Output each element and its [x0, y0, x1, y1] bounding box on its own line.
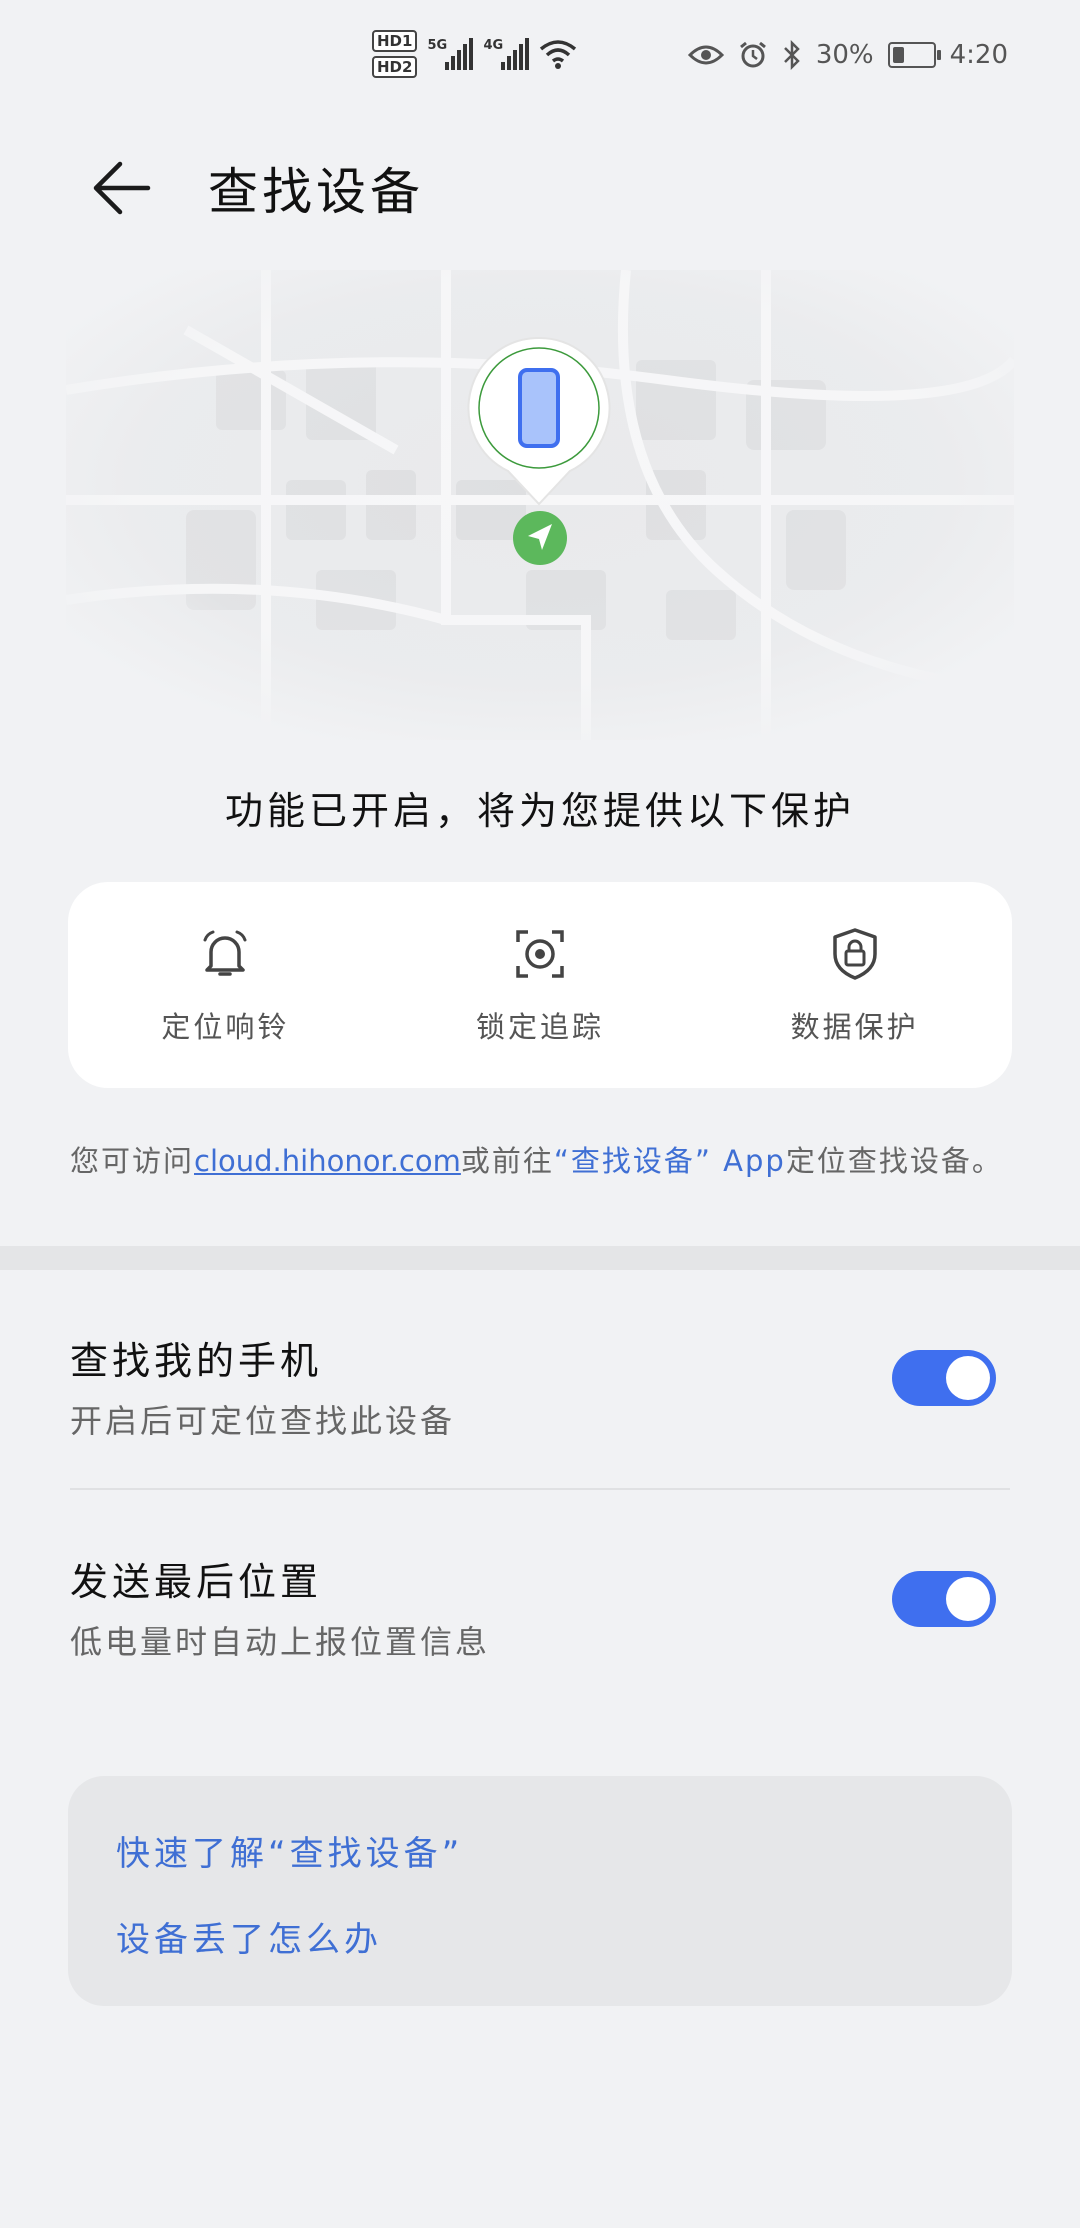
status-bar: HD1 HD2 5G 4G 30% 4:20 — [0, 0, 1080, 124]
help-card: 快速了解“查找设备” 设备丢了怎么办 — [68, 1776, 1012, 2006]
setting-send-last-location[interactable]: 发送最后位置 低电量时自动上报位置信息 — [70, 1551, 1010, 1711]
target-lock-icon — [516, 930, 564, 978]
eye-icon — [687, 45, 724, 65]
hint-suffix: 定位查找设备。 — [785, 1144, 1003, 1178]
setting-title: 查找我的手机 — [70, 1339, 323, 1383]
access-hint: 您可访问cloud.hihonor.com或前往“查找设备” App定位查找设备… — [70, 1138, 1003, 1180]
setting-subtitle: 低电量时自动上报位置信息 — [70, 1623, 491, 1661]
battery-fill — [892, 47, 904, 63]
setting-separator — [70, 1488, 1010, 1490]
help-link-learn-more[interactable]: 快速了解“查找设备” — [116, 1826, 463, 1875]
features-card: 定位响铃 锁定追踪 数据保护 — [68, 882, 1012, 1088]
battery-icon — [887, 42, 941, 68]
feature-ring-label: 定位响铃 — [161, 1010, 290, 1044]
find-device-app-link[interactable]: “查找设备” App — [554, 1144, 786, 1178]
hint-middle: 或前往 — [460, 1144, 554, 1178]
shield-lock-icon — [832, 928, 877, 980]
page-title: 查找设备 — [208, 163, 424, 221]
signal-4g-label: 4G — [483, 38, 504, 53]
hint-prefix: 您可访问 — [70, 1144, 195, 1178]
setting-find-my-phone[interactable]: 查找我的手机 开启后可定位查找此设备 — [70, 1330, 1010, 1490]
back-button[interactable] — [82, 148, 162, 228]
bell-icon — [203, 930, 247, 976]
toggle-knob — [946, 1356, 990, 1400]
bluetooth-icon — [783, 40, 800, 70]
signal-5g-label: 5G — [427, 38, 448, 53]
wifi-icon — [540, 40, 577, 69]
send-last-location-toggle[interactable] — [892, 1571, 996, 1627]
network-status: HD1 HD2 5G 4G — [372, 30, 577, 78]
setting-subtitle: 开启后可定位查找此设备 — [70, 1402, 456, 1440]
hd-indicators: HD1 HD2 — [372, 30, 418, 78]
battery-percent: 30% — [815, 40, 874, 70]
feature-lock-track: 锁定追踪 — [383, 882, 698, 1088]
app-header: 查找设备 — [0, 140, 1080, 230]
hd1-badge: HD1 — [372, 30, 418, 52]
hd2-badge: HD2 — [372, 56, 418, 78]
navigation-arrow-icon — [513, 511, 567, 565]
section-divider — [0, 1246, 1080, 1270]
signal-5g-icon: 5G — [427, 38, 474, 70]
feature-data-protect-label: 数据保护 — [790, 1010, 919, 1044]
phone-icon — [518, 368, 560, 448]
help-link-lost-device[interactable]: 设备丢了怎么办 — [116, 1912, 382, 1961]
signal-4g-icon: 4G — [483, 38, 530, 70]
system-status: 30% 4:20 — [687, 40, 1008, 70]
feature-ring: 定位响铃 — [68, 882, 383, 1088]
clock-time: 4:20 — [949, 40, 1008, 70]
feature-data-protect: 数据保护 — [697, 882, 1012, 1088]
alarm-icon — [739, 41, 766, 68]
find-my-phone-toggle[interactable] — [892, 1350, 996, 1406]
toggle-knob — [946, 1577, 990, 1621]
arrow-left-icon — [93, 161, 151, 215]
map-illustration — [66, 270, 1014, 740]
feature-intro: 功能已开启，将为您提供以下保护 — [224, 789, 855, 833]
cloud-website-link[interactable]: cloud.hihonor.com — [194, 1144, 461, 1178]
feature-lock-track-label: 锁定追踪 — [476, 1010, 605, 1044]
setting-title: 发送最后位置 — [70, 1560, 323, 1604]
device-location-pin — [467, 336, 611, 506]
